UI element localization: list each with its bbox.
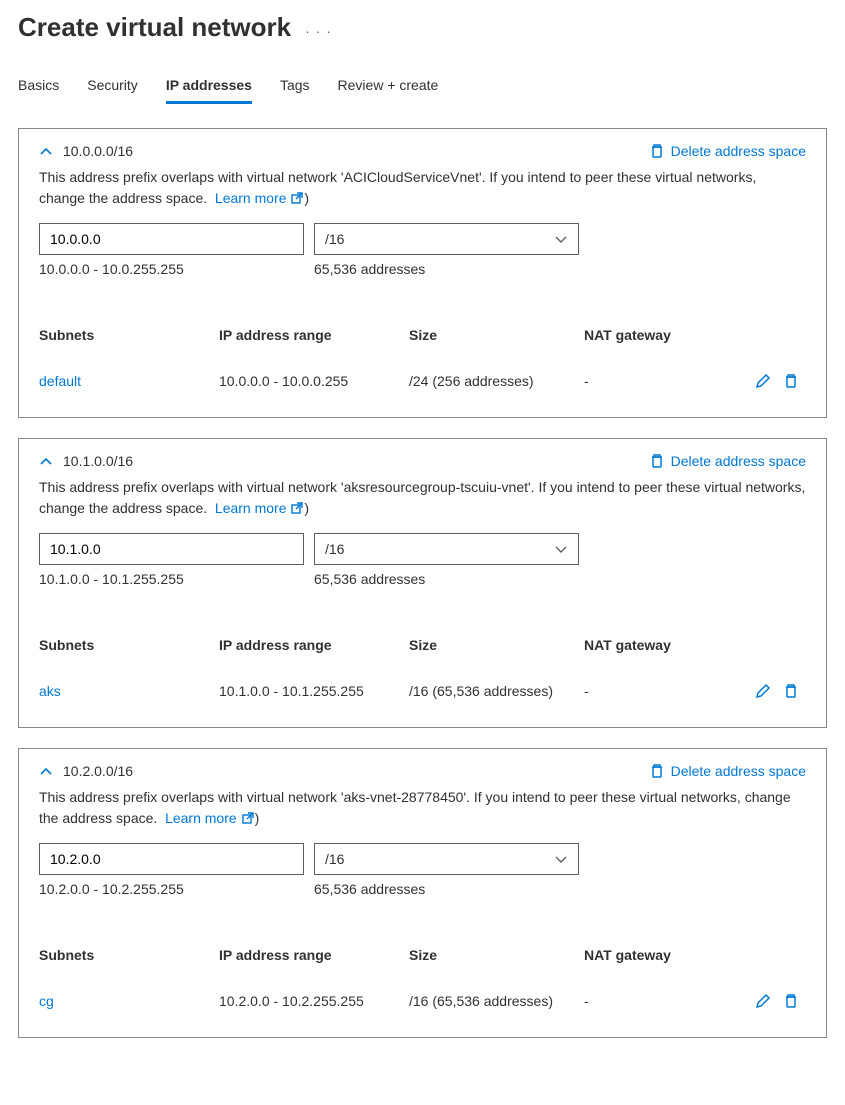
trash-icon	[783, 683, 799, 699]
subnet-name-link[interactable]: default	[39, 373, 219, 389]
chevron-up-icon	[39, 765, 53, 777]
address-space-card: 10.1.0.0/16 Delete address space This ad…	[18, 438, 827, 728]
subnet-range: 10.2.0.0 - 10.2.255.255	[219, 993, 409, 1009]
edit-subnet-button[interactable]	[755, 373, 771, 389]
learn-more-link[interactable]: Learn more	[165, 810, 254, 826]
address-count-text: 65,536 addresses	[314, 881, 425, 897]
tab-bar: Basics Security IP addresses Tags Review + c…	[18, 71, 827, 104]
col-header-range: IP address range	[219, 947, 409, 963]
collapse-toggle[interactable]	[39, 765, 53, 777]
learn-more-link[interactable]: Learn more	[215, 500, 304, 516]
subnet-nat: -	[584, 373, 719, 389]
collapse-toggle[interactable]	[39, 145, 53, 157]
learn-more-link[interactable]: Learn more	[215, 190, 304, 206]
subnet-row: aks 10.1.0.0 - 10.1.255.255 /16 (65,536 …	[39, 677, 806, 705]
trash-icon	[783, 993, 799, 1009]
chevron-up-icon	[39, 145, 53, 157]
subnet-table-header: Subnets IP address range Size NAT gatewa…	[39, 321, 806, 349]
subnet-nat: -	[584, 993, 719, 1009]
trash-icon	[783, 373, 799, 389]
subnet-name-link[interactable]: cg	[39, 993, 219, 1009]
col-header-subnets: Subnets	[39, 637, 219, 653]
delete-address-space-button[interactable]: Delete address space	[649, 763, 806, 779]
col-header-size: Size	[409, 327, 584, 343]
address-range-text: 10.2.0.0 - 10.2.255.255	[39, 881, 304, 897]
col-header-range: IP address range	[219, 327, 409, 343]
chevron-down-icon	[554, 233, 568, 245]
address-space-mask-select[interactable]: /16	[314, 223, 579, 255]
tab-basics[interactable]: Basics	[18, 71, 59, 104]
external-link-icon	[290, 501, 304, 515]
tab-ip-addresses[interactable]: IP addresses	[166, 71, 252, 104]
delete-address-space-label: Delete address space	[671, 763, 806, 779]
subnet-size: /16 (65,536 addresses)	[409, 683, 584, 699]
address-count-text: 65,536 addresses	[314, 261, 425, 277]
mask-value: /16	[325, 231, 344, 247]
col-header-subnets: Subnets	[39, 947, 219, 963]
address-space-ip-input[interactable]	[39, 533, 304, 565]
subnet-row: default 10.0.0.0 - 10.0.0.255 /24 (256 a…	[39, 367, 806, 395]
col-header-range: IP address range	[219, 637, 409, 653]
subnet-table-header: Subnets IP address range Size NAT gatewa…	[39, 631, 806, 659]
delete-address-space-label: Delete address space	[671, 453, 806, 469]
address-space-cidr: 10.1.0.0/16	[63, 453, 133, 469]
subnet-nat: -	[584, 683, 719, 699]
page-title: Create virtual network	[18, 12, 291, 43]
trash-icon	[649, 453, 665, 469]
tab-review-create[interactable]: Review + create	[338, 71, 439, 104]
address-space-mask-select[interactable]: /16	[314, 843, 579, 875]
delete-address-space-button[interactable]: Delete address space	[649, 143, 806, 159]
subnet-table-header: Subnets IP address range Size NAT gatewa…	[39, 941, 806, 969]
external-link-icon	[290, 191, 304, 205]
subnet-size: /24 (256 addresses)	[409, 373, 584, 389]
overlap-warning-text: This address prefix overlaps with virtua…	[39, 477, 806, 519]
collapse-toggle[interactable]	[39, 455, 53, 467]
address-space-card: 10.0.0.0/16 Delete address space This ad…	[18, 128, 827, 418]
pencil-icon	[755, 993, 771, 1009]
mask-value: /16	[325, 851, 344, 867]
col-header-nat: NAT gateway	[584, 947, 719, 963]
delete-subnet-button[interactable]	[783, 993, 799, 1009]
address-space-ip-input[interactable]	[39, 223, 304, 255]
col-header-size: Size	[409, 637, 584, 653]
chevron-up-icon	[39, 455, 53, 467]
edit-subnet-button[interactable]	[755, 683, 771, 699]
external-link-icon	[241, 811, 255, 825]
mask-value: /16	[325, 541, 344, 557]
subnet-size: /16 (65,536 addresses)	[409, 993, 584, 1009]
tab-tags[interactable]: Tags	[280, 71, 310, 104]
more-actions-button[interactable]: · · ·	[305, 17, 332, 39]
chevron-down-icon	[554, 543, 568, 555]
col-header-nat: NAT gateway	[584, 637, 719, 653]
pencil-icon	[755, 373, 771, 389]
address-space-cidr: 10.2.0.0/16	[63, 763, 133, 779]
trash-icon	[649, 763, 665, 779]
overlap-warning-text: This address prefix overlaps with virtua…	[39, 787, 806, 829]
edit-subnet-button[interactable]	[755, 993, 771, 1009]
address-space-cidr: 10.0.0.0/16	[63, 143, 133, 159]
address-space-ip-input[interactable]	[39, 843, 304, 875]
address-range-text: 10.0.0.0 - 10.0.255.255	[39, 261, 304, 277]
delete-subnet-button[interactable]	[783, 683, 799, 699]
subnet-name-link[interactable]: aks	[39, 683, 219, 699]
pencil-icon	[755, 683, 771, 699]
trash-icon	[649, 143, 665, 159]
subnet-range: 10.0.0.0 - 10.0.0.255	[219, 373, 409, 389]
col-header-nat: NAT gateway	[584, 327, 719, 343]
delete-address-space-label: Delete address space	[671, 143, 806, 159]
subnet-range: 10.1.0.0 - 10.1.255.255	[219, 683, 409, 699]
overlap-warning-text: This address prefix overlaps with virtua…	[39, 167, 806, 209]
address-count-text: 65,536 addresses	[314, 571, 425, 587]
tab-security[interactable]: Security	[87, 71, 138, 104]
chevron-down-icon	[554, 853, 568, 865]
address-space-mask-select[interactable]: /16	[314, 533, 579, 565]
col-header-subnets: Subnets	[39, 327, 219, 343]
address-space-card: 10.2.0.0/16 Delete address space This ad…	[18, 748, 827, 1038]
address-range-text: 10.1.0.0 - 10.1.255.255	[39, 571, 304, 587]
col-header-size: Size	[409, 947, 584, 963]
delete-address-space-button[interactable]: Delete address space	[649, 453, 806, 469]
subnet-row: cg 10.2.0.0 - 10.2.255.255 /16 (65,536 a…	[39, 987, 806, 1015]
delete-subnet-button[interactable]	[783, 373, 799, 389]
